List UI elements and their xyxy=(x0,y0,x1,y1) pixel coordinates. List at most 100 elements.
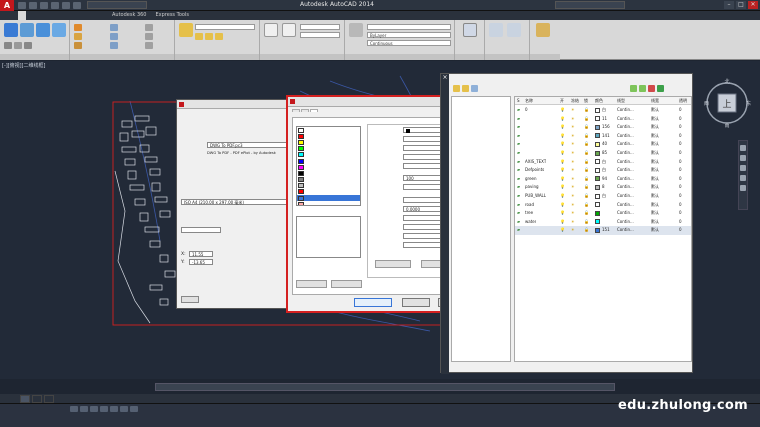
lightbulb-icon[interactable]: 💡 xyxy=(560,106,565,114)
lock-icon[interactable]: 🔓 xyxy=(584,158,589,166)
sun-icon[interactable]: ☀ xyxy=(571,140,575,148)
palette-title-strip[interactable]: × xyxy=(441,74,449,374)
palette-close-icon[interactable]: × xyxy=(441,74,449,81)
layer-transparency[interactable]: 0 xyxy=(679,175,682,183)
layer-color-cell[interactable]: 156 xyxy=(595,123,610,131)
ribbon-tab-1[interactable] xyxy=(27,11,35,20)
lightbulb-icon[interactable]: 💡 xyxy=(560,123,565,131)
layer-transparency[interactable]: 0 xyxy=(679,166,682,174)
lock-icon[interactable]: 🔓 xyxy=(584,123,589,131)
lock-icon[interactable]: 🔓 xyxy=(584,140,589,148)
lock-icon[interactable]: 🔓 xyxy=(584,175,589,183)
layer-name[interactable]: PUB_WALL xyxy=(525,192,546,200)
layer-linetype[interactable]: Contin... xyxy=(617,149,634,157)
column-header[interactable]: 冻结 xyxy=(571,97,579,105)
edit-lineweights-button[interactable] xyxy=(375,260,411,268)
layer-row[interactable]: ▰ 💡 ☀ 🔓 156 Contin... 默认 0 xyxy=(515,123,691,131)
ribbon-tab-7[interactable] xyxy=(81,11,89,20)
tab-table-view[interactable] xyxy=(301,109,309,112)
layer-transparency[interactable]: 0 xyxy=(679,106,682,114)
copy-icon[interactable] xyxy=(74,33,82,40)
otrack-icon[interactable] xyxy=(120,406,128,412)
lock-icon[interactable]: 🔓 xyxy=(584,218,589,226)
search-input[interactable] xyxy=(555,1,625,9)
layer-name[interactable]: 0 xyxy=(525,106,528,114)
lightbulb-icon[interactable]: 💡 xyxy=(560,115,565,123)
layer-lineweight[interactable]: 默认 xyxy=(651,209,659,217)
fillet-icon[interactable] xyxy=(145,33,153,40)
layer-row[interactable]: ▰ 0 💡 ☀ 🔓 白 Contin... 默认 0 xyxy=(515,106,691,114)
text-style-dropdown[interactable] xyxy=(300,24,340,30)
lock-icon[interactable]: 🔓 xyxy=(584,192,589,200)
lock-icon[interactable]: 🔓 xyxy=(584,132,589,140)
measure-icon[interactable] xyxy=(489,23,503,37)
close-button[interactable]: ✕ xyxy=(748,1,758,9)
quick-select-icon[interactable] xyxy=(507,23,521,37)
layer-freeze-icon[interactable] xyxy=(215,33,223,40)
lock-icon[interactable]: 🔓 xyxy=(584,183,589,191)
delete-style-button[interactable] xyxy=(331,280,362,288)
autocad-logo-icon[interactable]: A xyxy=(0,0,14,11)
zoom-icon[interactable] xyxy=(740,165,746,171)
ribbon-tab-10[interactable]: Autodesk 360 xyxy=(108,11,151,20)
layer-color-cell[interactable] xyxy=(595,201,602,209)
tab-general[interactable] xyxy=(292,109,300,112)
sun-icon[interactable]: ☀ xyxy=(571,106,575,114)
layer-row[interactable]: ▰ tree 💡 ☀ 🔓 Contin... 默认 0 xyxy=(515,209,691,217)
layer-color-cell[interactable]: 白 xyxy=(595,158,606,166)
layer-lineweight[interactable]: 默认 xyxy=(651,132,659,140)
layer-transparency[interactable]: 0 xyxy=(679,201,682,209)
rotate-icon[interactable] xyxy=(110,24,118,31)
ellipse-icon[interactable] xyxy=(24,42,32,49)
plot-style-item[interactable] xyxy=(297,201,360,205)
layer-row[interactable]: ▰ 💡 ☀ 🔓 40 Contin... 默认 0 xyxy=(515,140,691,148)
layer-states-icon[interactable] xyxy=(471,85,478,92)
layer-state-icon[interactable] xyxy=(195,33,203,40)
layer-color-cell[interactable]: 151 xyxy=(595,226,610,234)
new-property-filter-icon[interactable] xyxy=(453,85,460,92)
viewcube-icon[interactable]: 上 北 南 西 东 xyxy=(702,78,752,128)
layer-transparency[interactable]: 0 xyxy=(679,209,682,217)
layer-row[interactable]: ▰ 💡 ☀ 🔓 141 Contin... 默认 0 xyxy=(515,132,691,140)
layer-color-cell[interactable]: 94 xyxy=(595,175,607,183)
layer-row[interactable]: ▰ road 💡 ☀ 🔓 Contin... 默认 0 xyxy=(515,201,691,209)
layer-transparency[interactable]: 0 xyxy=(679,149,682,157)
lock-icon[interactable]: 🔓 xyxy=(584,149,589,157)
layer-linetype[interactable]: Contin... xyxy=(617,166,634,174)
layer-color-cell[interactable]: 白 xyxy=(595,192,606,200)
sun-icon[interactable]: ☀ xyxy=(571,192,575,200)
sun-icon[interactable]: ☀ xyxy=(571,209,575,217)
layer-color-cell[interactable]: 141 xyxy=(595,132,610,140)
sun-icon[interactable]: ☀ xyxy=(571,132,575,140)
layer-linetype[interactable]: Contin... xyxy=(617,192,634,200)
delete-layer-icon[interactable] xyxy=(648,85,655,92)
column-header[interactable]: 颜色 xyxy=(595,97,603,105)
ribbon-tab-9[interactable] xyxy=(99,11,107,20)
sun-icon[interactable]: ☀ xyxy=(571,201,575,209)
save-icon[interactable] xyxy=(40,1,48,9)
layer-lineweight[interactable]: 默认 xyxy=(651,183,659,191)
polyline-icon[interactable] xyxy=(20,23,34,37)
add-style-button[interactable] xyxy=(296,280,327,288)
column-header[interactable]: 开 xyxy=(560,97,564,105)
ribbon-tab-6[interactable] xyxy=(72,11,80,20)
layer-row[interactable]: ▰ 💡 ☀ 🔓 85 Contin... 默认 0 xyxy=(515,149,691,157)
layer-name[interactable]: Defpoints xyxy=(525,166,544,174)
layer-color-cell[interactable]: 8 xyxy=(595,183,605,191)
layer-color-cell[interactable]: 85 xyxy=(595,149,607,157)
offset-y-input[interactable]: -13.65 xyxy=(189,259,213,265)
layer-linetype[interactable]: Contin... xyxy=(617,209,634,217)
tab-form-view[interactable] xyxy=(310,109,318,112)
lightbulb-icon[interactable]: 💡 xyxy=(560,132,565,140)
lock-icon[interactable]: 🔓 xyxy=(584,166,589,174)
layer-color-cell[interactable] xyxy=(595,209,602,217)
column-header[interactable]: 线宽 xyxy=(651,97,659,105)
layer-row[interactable]: ▰ 💡 ☀ 🔓 151 Contin... 默认 0 xyxy=(515,226,691,235)
sun-icon[interactable]: ☀ xyxy=(571,183,575,191)
showmotion-icon[interactable] xyxy=(740,185,746,191)
layer-properties-icon[interactable] xyxy=(179,23,193,37)
ribbon-tab-12[interactable] xyxy=(194,11,202,20)
layer-linetype[interactable]: Contin... xyxy=(617,226,634,234)
ribbon-tab-8[interactable] xyxy=(90,11,98,20)
layer-filter-tree[interactable] xyxy=(451,96,511,362)
